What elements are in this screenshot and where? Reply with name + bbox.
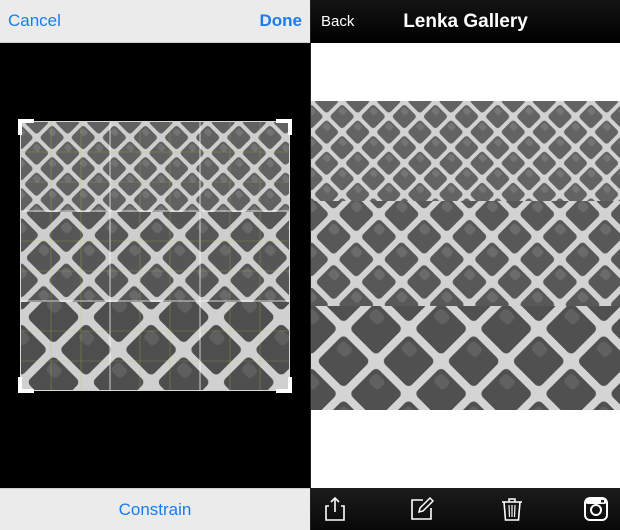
crop-bottom-bar: Constrain — [0, 488, 310, 530]
crop-stage — [0, 43, 310, 488]
crop-editor-pane: Cancel Done Constrain — [0, 0, 310, 530]
gallery-pane: Back Lenka Gallery — [311, 0, 620, 530]
split-screenshot: Cancel Done Constrain Back Lenka Gallery — [0, 0, 620, 530]
crop-handle-bottom-right[interactable] — [276, 377, 292, 393]
crop-handle-top-left[interactable] — [18, 119, 34, 135]
crop-handle-top-right[interactable] — [276, 119, 292, 135]
back-button[interactable]: Back — [321, 12, 354, 32]
gallery-photo-image — [311, 101, 620, 410]
share-icon[interactable] — [322, 496, 348, 522]
crop-navigation-bar: Cancel Done — [0, 0, 310, 43]
instagram-icon[interactable] — [583, 496, 609, 522]
trash-icon[interactable] — [499, 496, 525, 522]
gallery-photo[interactable] — [311, 101, 620, 410]
gallery-title: Lenka Gallery — [403, 11, 528, 32]
crop-area[interactable] — [20, 121, 290, 391]
crop-handle-bottom-left[interactable] — [18, 377, 34, 393]
done-button[interactable]: Done — [260, 10, 303, 32]
edit-icon[interactable] — [409, 496, 435, 522]
crop-photo — [21, 122, 289, 390]
cancel-button[interactable]: Cancel — [8, 10, 61, 32]
constrain-button[interactable]: Constrain — [119, 499, 192, 521]
gallery-navigation-bar: Back Lenka Gallery — [311, 0, 620, 43]
gallery-body — [311, 43, 620, 488]
gallery-toolbar — [311, 488, 620, 530]
